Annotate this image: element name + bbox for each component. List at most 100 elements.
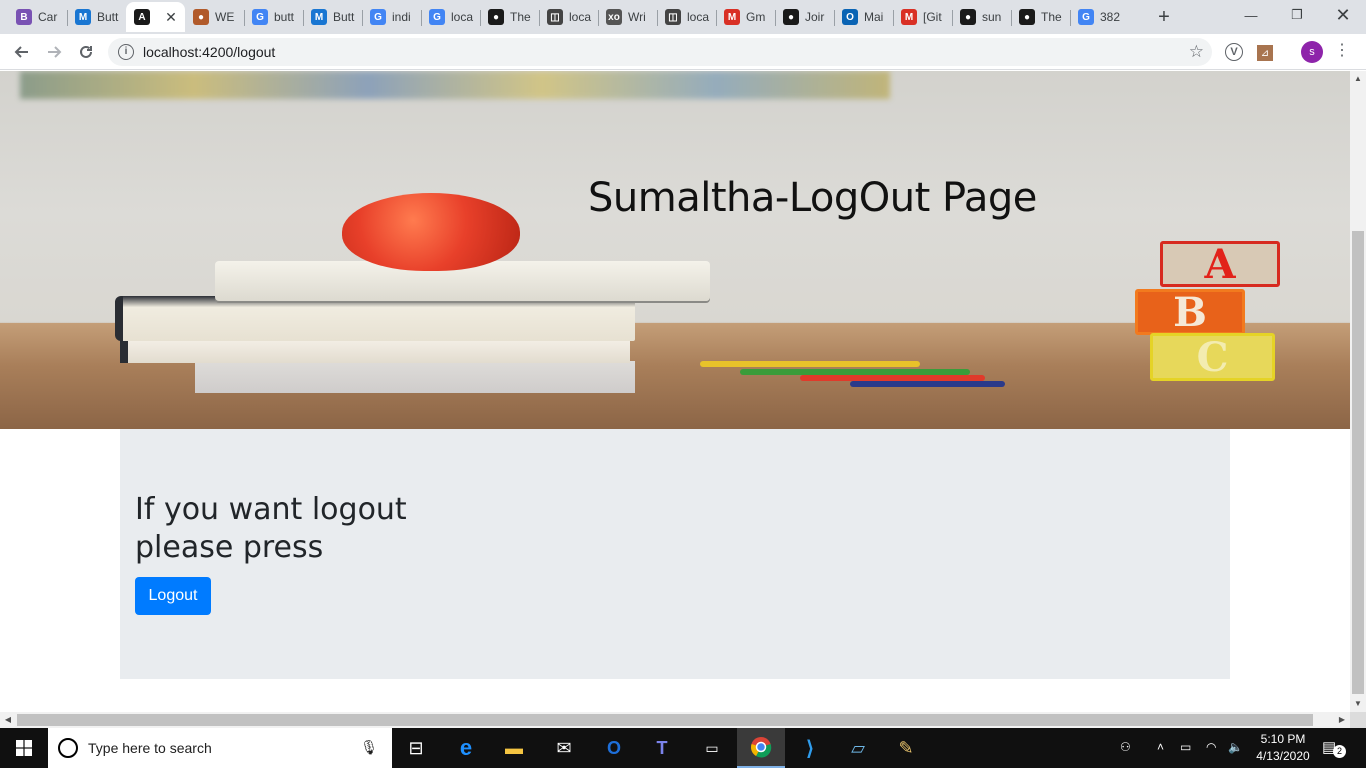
paint-icon[interactable]: ✎: [882, 728, 930, 768]
hero-banner-image: A B C Sumaltha-LogOut Page: [0, 71, 1350, 429]
tab[interactable]: ● The: [1011, 2, 1070, 32]
wifi-icon[interactable]: ◠: [1206, 740, 1216, 754]
close-tab-icon[interactable]: ✕: [163, 9, 179, 25]
tab[interactable]: ● Joir: [775, 2, 834, 32]
book: [115, 296, 635, 341]
outlook-icon: O: [842, 9, 858, 25]
tab[interactable]: O Mai: [834, 2, 893, 32]
back-button[interactable]: [8, 38, 36, 66]
tab[interactable]: G 382: [1070, 2, 1129, 32]
forward-button[interactable]: [40, 38, 68, 66]
tab[interactable]: ◫ loca: [657, 2, 716, 32]
terminal-icon[interactable]: ▭: [688, 728, 736, 768]
scroll-right-arrow-icon[interactable]: ▶: [1334, 712, 1350, 728]
tab[interactable]: ◫ loca: [539, 2, 598, 32]
action-center-icon[interactable]: ▤ 2: [1322, 738, 1346, 758]
tab-title: Gm: [746, 10, 766, 24]
system-clock[interactable]: 5:10 PM 4/13/2020: [1252, 731, 1314, 765]
chrome-icon[interactable]: [737, 728, 785, 768]
angular-icon: A: [134, 9, 150, 25]
pdf-extension-icon[interactable]: ⊿: [1257, 45, 1273, 61]
local-server-icon: ◫: [547, 9, 563, 25]
bootstrap-icon: B: [16, 9, 32, 25]
site-info-icon[interactable]: i: [118, 44, 134, 60]
tab[interactable]: M Butt: [67, 2, 126, 32]
tab-title: butt: [274, 10, 295, 24]
vscode-icon[interactable]: ⟩: [786, 728, 834, 768]
battery-icon[interactable]: ▭: [1180, 740, 1191, 754]
tray-expand-icon[interactable]: ˄: [1157, 740, 1164, 754]
vue-devtools-extension-icon[interactable]: V: [1225, 43, 1243, 61]
book: [120, 339, 630, 363]
google-icon: G: [370, 9, 386, 25]
mail-icon[interactable]: ✉: [540, 728, 588, 768]
tab[interactable]: B Car: [8, 2, 67, 32]
volume-icon[interactable]: 🔈: [1228, 740, 1243, 754]
page-title: Sumaltha-LogOut Page: [588, 175, 1037, 221]
browser-menu-icon[interactable]: ⋮: [1334, 40, 1350, 64]
scrollbar-corner: [1350, 712, 1366, 728]
tab-title: Car: [38, 10, 58, 24]
file-explorer-icon[interactable]: ▬: [490, 728, 538, 768]
vertical-scroll-thumb[interactable]: [1352, 231, 1364, 694]
angular-material-icon: M: [311, 9, 327, 25]
pencil: [850, 381, 1005, 387]
teams-icon[interactable]: T: [638, 728, 686, 768]
back-arrow-icon: [14, 46, 28, 58]
tab[interactable]: M Butt: [303, 2, 362, 32]
tab-title: 382: [1100, 10, 1121, 24]
logout-prompt: If you want logout please press: [135, 492, 407, 565]
taskbar-search[interactable]: Type here to search 🎙: [48, 728, 392, 768]
edge-icon[interactable]: e: [442, 728, 490, 768]
tab[interactable]: ● WE: [185, 2, 244, 32]
tab[interactable]: Gbutt: [244, 2, 303, 32]
address-bar[interactable]: i localhost:4200/logout ☆: [108, 38, 1212, 66]
horizontal-scrollbar[interactable]: ◀ ▶: [0, 712, 1350, 728]
start-button[interactable]: [0, 728, 48, 768]
block-b: B: [1135, 289, 1245, 336]
tab[interactable]: Gloca: [421, 2, 480, 32]
logout-button[interactable]: Logout: [135, 577, 211, 615]
tab-title: WE: [215, 10, 235, 24]
tab[interactable]: Gindi: [362, 2, 421, 32]
browser-toolbar: i localhost:4200/logout ☆ V ⊿: [0, 34, 1366, 70]
horizontal-scroll-thumb[interactable]: [17, 714, 1313, 726]
tab-active[interactable]: A ✕: [126, 2, 185, 32]
github-icon: ●: [960, 9, 976, 25]
book: [195, 361, 635, 393]
tab-title: loca: [451, 10, 474, 24]
tab-title: Joir: [805, 10, 825, 24]
microphone-icon[interactable]: 🎙: [360, 739, 378, 756]
tab[interactable]: ● sun: [952, 2, 1011, 32]
restore-button[interactable]: ❐: [1274, 0, 1320, 30]
new-tab-button[interactable]: +: [1152, 5, 1176, 29]
close-window-button[interactable]: ✕: [1320, 0, 1366, 30]
tab-title: loca: [687, 10, 710, 24]
bookmark-star-icon[interactable]: ☆: [1189, 42, 1204, 62]
task-view-icon[interactable]: ⊟: [392, 728, 440, 768]
local-server-icon: ◫: [665, 9, 681, 25]
reload-button[interactable]: [72, 38, 100, 66]
people-icon[interactable]: ⚇: [1120, 740, 1131, 754]
github-icon: ●: [488, 9, 504, 25]
scroll-left-arrow-icon[interactable]: ◀: [0, 712, 16, 728]
google-icon: G: [252, 9, 268, 25]
tab-title: loca: [569, 10, 592, 24]
vertical-scrollbar[interactable]: ▲ ▼: [1350, 71, 1366, 712]
outlook-icon[interactable]: O: [590, 728, 638, 768]
profile-avatar[interactable]: s: [1301, 41, 1323, 63]
tab-title: Butt: [97, 10, 119, 24]
tab[interactable]: M [Git: [893, 2, 952, 32]
tab-title: The: [510, 10, 531, 24]
search-placeholder[interactable]: Type here to search: [88, 740, 212, 756]
google-icon: G: [429, 9, 445, 25]
scroll-up-arrow-icon[interactable]: ▲: [1350, 71, 1366, 87]
notepad-icon[interactable]: ▱: [834, 728, 882, 768]
minimize-button[interactable]: —: [1228, 0, 1274, 30]
tab[interactable]: M Gm: [716, 2, 775, 32]
tab[interactable]: xo Wri: [598, 2, 657, 32]
site-emblem-icon: ●: [193, 9, 209, 25]
tab[interactable]: ● The: [480, 2, 539, 32]
scroll-down-arrow-icon[interactable]: ▼: [1350, 696, 1366, 712]
url-text[interactable]: localhost:4200/logout: [143, 44, 275, 60]
